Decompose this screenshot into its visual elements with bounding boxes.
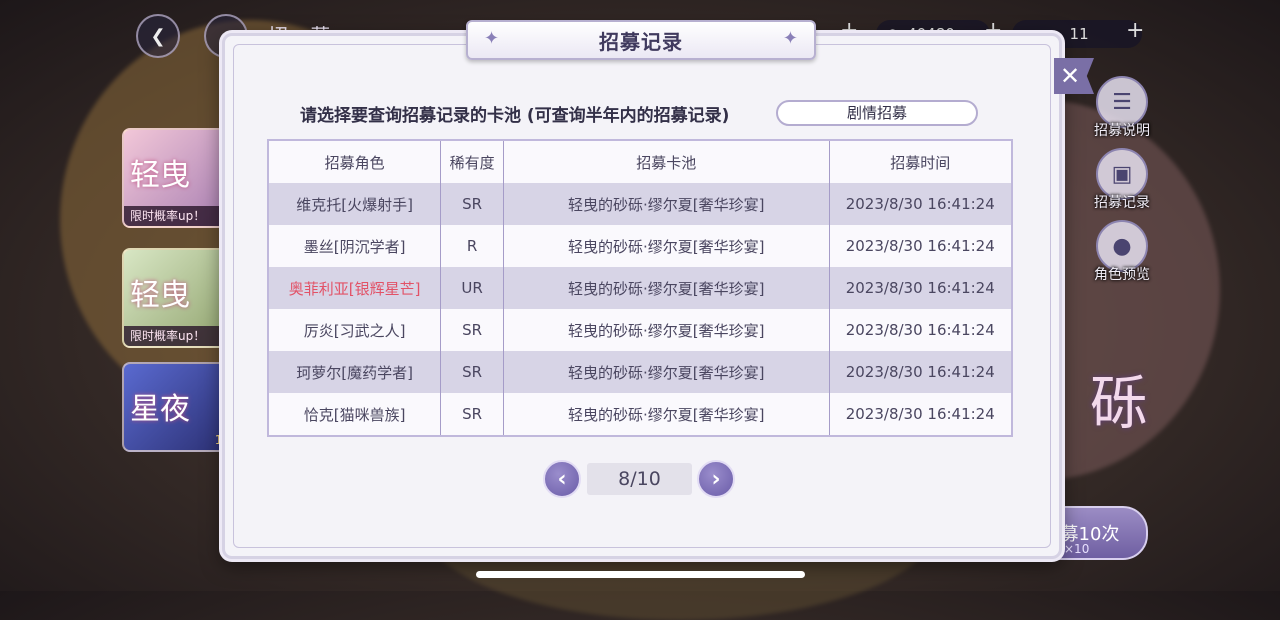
cell-character: 奥菲利亚[银辉星芒]	[267, 267, 442, 309]
next-page-button[interactable]: ›	[697, 460, 735, 498]
pool-select-prompt: 请选择要查询招募记录的卡池 (可查询半年内的招募记录)	[300, 106, 730, 126]
add-ticket-button[interactable]: +	[1126, 18, 1144, 43]
cell-time: 2023/8/30 16:41:24	[828, 225, 1013, 267]
chevron-left-icon: ❮	[150, 25, 166, 47]
cell-rarity: SR	[440, 183, 505, 225]
cell-pool: 轻曳的砂砾·缪尔夏[奢华珍宴]	[503, 309, 830, 351]
banner-title: 轻曳	[130, 158, 190, 193]
banner-tag: 限时概率up！	[124, 326, 234, 346]
cell-character: 珂萝尔[魔药学者]	[267, 351, 442, 393]
banner-1[interactable]: 轻曳 限时概率up！	[122, 128, 236, 228]
chevron-left-icon: ‹	[557, 466, 567, 492]
character-preview-button[interactable]: ● 角色预览	[1092, 220, 1152, 284]
cell-character: 维克托[火爆射手]	[267, 183, 442, 225]
cell-character: 墨丝[阴沉学者]	[267, 225, 442, 267]
cell-time: 2023/8/30 16:41:24	[828, 351, 1013, 393]
cell-pool: 轻曳的砂砾·缪尔夏[奢华珍宴]	[503, 225, 830, 267]
cell-character: 厉炎[习武之人]	[267, 309, 442, 351]
pull-10-cost: ×10	[1064, 542, 1090, 556]
cell-pool: 轻曳的砂砾·缪尔夏[奢华珍宴]	[503, 267, 830, 309]
cell-time: 2023/8/30 16:41:24	[828, 183, 1013, 225]
banner-title: 星夜	[130, 392, 190, 427]
recruit-info-button[interactable]: ☰ 招募说明	[1092, 76, 1152, 140]
table-row: 厉炎[习武之人] SR 轻曳的砂砾·缪尔夏[奢华珍宴] 2023/8/30 16…	[267, 309, 1013, 351]
recruit-record-table: 招募角色 稀有度 招募卡池 招募时间 维克托[火爆射手] SR 轻曳的砂砾·缪尔…	[267, 139, 1013, 437]
table-row: 珂萝尔[魔药学者] SR 轻曳的砂砾·缪尔夏[奢华珍宴] 2023/8/30 1…	[267, 351, 1013, 393]
dialog-title-plate: ✦ 招募记录 ✦	[466, 20, 816, 60]
home-indicator-bar[interactable]	[476, 571, 805, 578]
side-button-label: 招募记录	[1094, 195, 1150, 211]
banner-2[interactable]: 轻曳 限时概率up！	[122, 248, 236, 348]
header-character: 招募角色	[267, 140, 442, 183]
dialog-title: 招募记录	[599, 29, 683, 54]
cell-rarity: SR	[440, 393, 505, 436]
header-time: 招募时间	[828, 140, 1013, 183]
side-button-label: 招募说明	[1094, 123, 1150, 139]
cell-rarity: UR	[440, 267, 505, 309]
banner-deco-text: 砾	[1090, 369, 1149, 437]
cell-time: 2023/8/30 16:41:24	[828, 393, 1013, 436]
table-header-row: 招募角色 稀有度 招募卡池 招募时间	[267, 140, 1013, 183]
cell-character: 恰克[猫咪兽族]	[267, 393, 442, 436]
cell-time: 2023/8/30 16:41:24	[828, 267, 1013, 309]
cell-time: 2023/8/30 16:41:24	[828, 309, 1013, 351]
cell-pool: 轻曳的砂砾·缪尔夏[奢华珍宴]	[503, 351, 830, 393]
cell-pool: 轻曳的砂砾·缪尔夏[奢华珍宴]	[503, 183, 830, 225]
banner-3[interactable]: 星夜 10	[122, 362, 236, 452]
recruit-record-button[interactable]: ▣ 招募记录	[1092, 148, 1152, 212]
pool-select-dropdown[interactable]: 剧情招募	[776, 100, 978, 126]
cell-pool: 轻曳的砂砾·缪尔夏[奢华珍宴]	[503, 393, 830, 436]
table-row: 恰克[猫咪兽族] SR 轻曳的砂砾·缪尔夏[奢华珍宴] 2023/8/30 16…	[267, 393, 1013, 436]
page-indicator: 8/10	[587, 463, 692, 495]
prev-page-button[interactable]: ‹	[543, 460, 581, 498]
banner-tag: 限时概率up！	[124, 206, 234, 226]
banner-tag: 10	[124, 430, 234, 450]
header-pool: 招募卡池	[503, 140, 830, 183]
back-button[interactable]: ❮	[136, 14, 180, 58]
cell-rarity: SR	[440, 351, 505, 393]
table-row: 墨丝[阴沉学者] R 轻曳的砂砾·缪尔夏[奢华珍宴] 2023/8/30 16:…	[267, 225, 1013, 267]
table-row: 奥菲利亚[银辉星芒] UR 轻曳的砂砾·缪尔夏[奢华珍宴] 2023/8/30 …	[267, 267, 1013, 309]
sparkle-icon: ✦	[484, 28, 500, 49]
chevron-right-icon: ›	[711, 466, 721, 492]
cell-rarity: SR	[440, 309, 505, 351]
ticket-value: 11	[1069, 25, 1089, 43]
banner-title: 轻曳	[130, 278, 190, 313]
cell-rarity: R	[440, 225, 505, 267]
sparkle-icon: ✦	[782, 28, 798, 49]
header-rarity: 稀有度	[440, 140, 505, 183]
side-button-label: 角色预览	[1094, 267, 1150, 283]
table-row: 维克托[火爆射手] SR 轻曳的砂砾·缪尔夏[奢华珍宴] 2023/8/30 1…	[267, 183, 1013, 225]
close-icon: ✕	[1060, 62, 1081, 90]
